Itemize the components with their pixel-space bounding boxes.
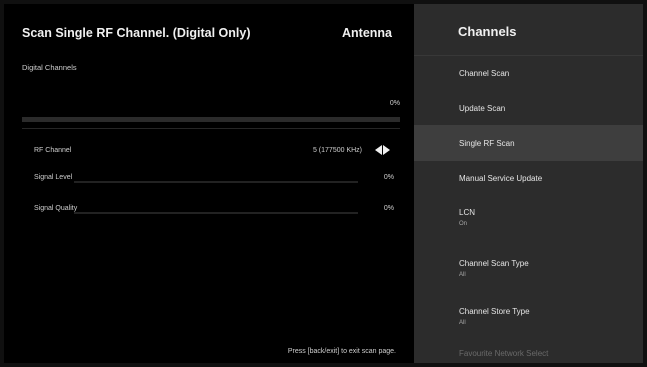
menu-item-lcn[interactable]: LCN On: [414, 199, 643, 243]
menu-item-manual-service-update[interactable]: Manual Service Update: [414, 161, 643, 197]
rf-channel-arrows[interactable]: [375, 145, 390, 155]
menu-item-value: All: [459, 320, 466, 326]
signal-level-label: Signal Level: [34, 174, 73, 181]
menu-item-favourite-network-select[interactable]: Favourite Network Select: [414, 344, 643, 363]
menu-item-label: Single RF Scan: [459, 139, 515, 148]
signal-quality-value: 0%: [383, 205, 394, 212]
tv-screen: Scan Single RF Channel. (Digital Only) A…: [4, 4, 643, 363]
menu-item-label: Channel Scan: [459, 69, 510, 78]
menu-item-value: On: [459, 221, 468, 227]
menu-item-channel-scan-type[interactable]: Channel Scan Type All: [414, 247, 643, 291]
menu-item-value: All: [459, 272, 466, 278]
menu-item-single-rf-scan[interactable]: Single RF Scan: [414, 125, 643, 161]
rf-channel-row[interactable]: RF Channel 5 (177500 KHz): [34, 145, 394, 161]
menu-item-update-scan[interactable]: Update Scan: [414, 91, 643, 127]
signal-level-row: Signal Level 0%: [34, 172, 394, 188]
signal-level-value: 0%: [383, 174, 394, 181]
channels-menu: Channels Channel Scan Update Scan Single…: [414, 4, 643, 363]
arrow-left-icon[interactable]: [375, 145, 382, 155]
menu-title: Channels: [458, 24, 517, 39]
scan-source: Antenna: [342, 26, 392, 40]
section-label: Digital Channels: [22, 63, 77, 72]
rf-channel-value: 5 (177500 KHz): [312, 147, 362, 154]
scan-title: Scan Single RF Channel. (Digital Only): [22, 26, 251, 40]
signal-level-bar: [74, 181, 358, 183]
arrow-right-icon[interactable]: [383, 145, 390, 155]
scan-progress-bar: [22, 117, 400, 122]
signal-quality-row: Signal Quality 0%: [34, 203, 394, 219]
footer-hint: Press [back/exit] to exit scan page.: [287, 348, 396, 355]
signal-quality-label: Signal Quality: [34, 205, 78, 212]
menu-item-channel-scan[interactable]: Channel Scan: [414, 55, 643, 91]
signal-quality-bar: [74, 212, 358, 214]
rf-channel-label: RF Channel: [34, 147, 72, 154]
menu-item-label: LCN: [459, 208, 476, 217]
menu-item-label: Channel Store Type: [459, 307, 530, 316]
divider: [22, 128, 400, 129]
menu-item-channel-store-type[interactable]: Channel Store Type All: [414, 296, 643, 340]
menu-item-label: Manual Service Update: [459, 174, 543, 183]
menu-item-label: Channel Scan Type: [459, 259, 529, 268]
scan-panel: Scan Single RF Channel. (Digital Only) A…: [4, 4, 414, 363]
menu-item-label: Update Scan: [459, 104, 506, 113]
progress-percent: 0%: [389, 100, 400, 107]
menu-item-label: Favourite Network Select: [459, 349, 549, 358]
